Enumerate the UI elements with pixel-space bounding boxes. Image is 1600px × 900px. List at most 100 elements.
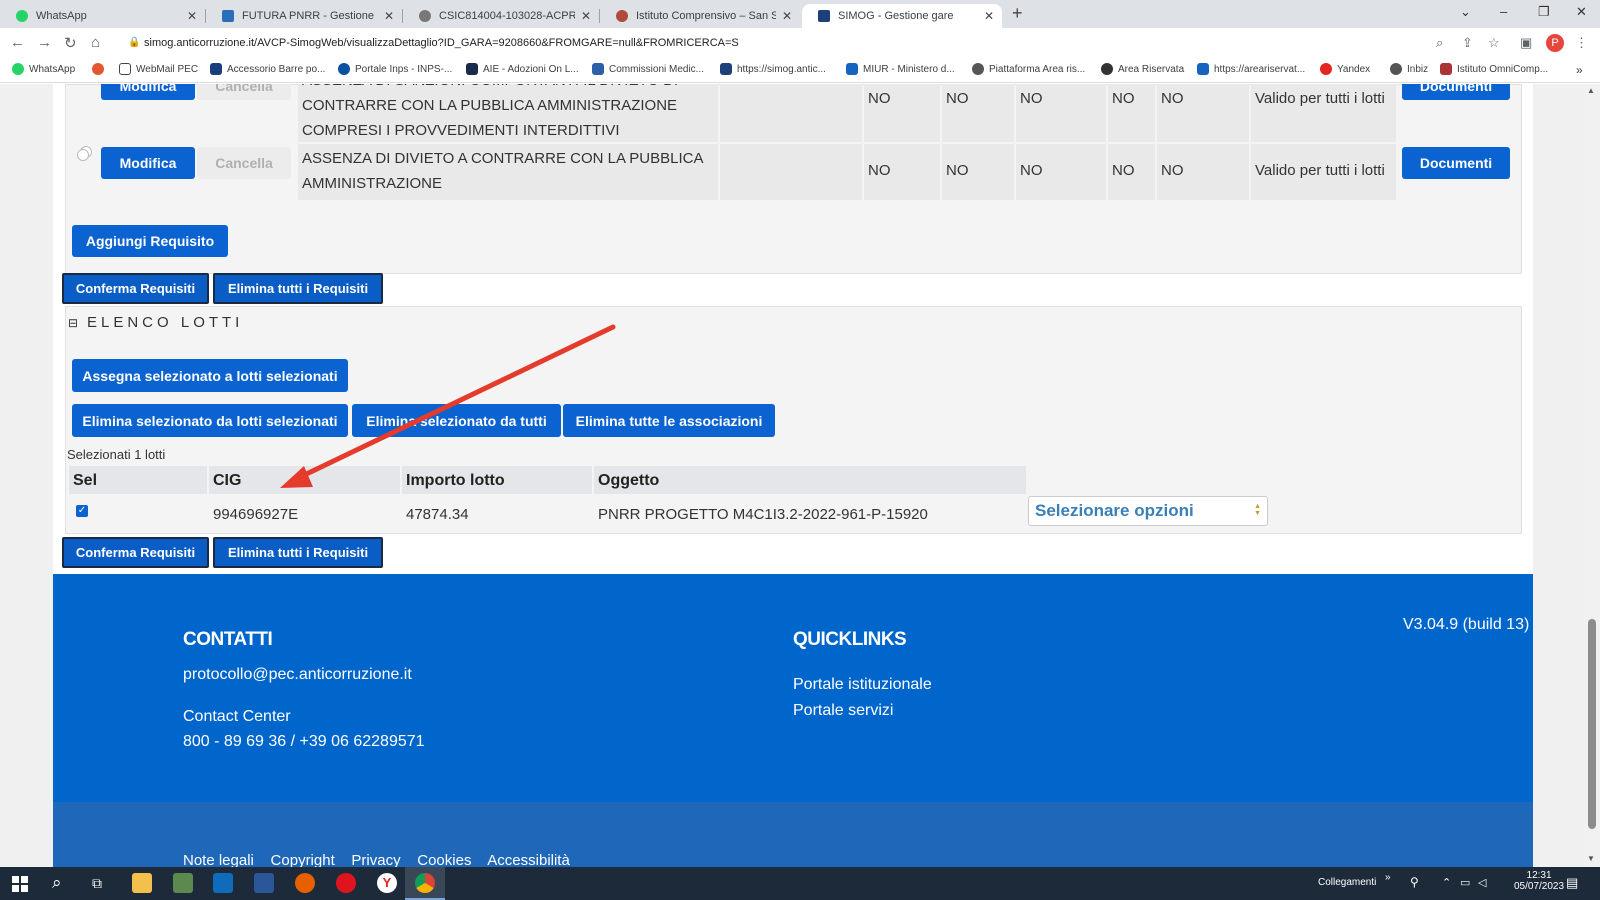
bookmark-item[interactable]: Accessorio Barre po... <box>210 63 325 75</box>
bookmark-item[interactable]: https://areariservat... <box>1197 63 1305 75</box>
school-icon <box>1440 63 1452 75</box>
page-viewport: Modifica Cancella ASSENZA DI SANZIONI CO… <box>0 84 1584 867</box>
opera-icon[interactable] <box>336 873 356 893</box>
scrollbar[interactable]: ▲ ▼ <box>1584 84 1600 867</box>
menu-icon[interactable]: ⋮ <box>1575 35 1588 51</box>
bookmark-item[interactable] <box>92 63 109 75</box>
footer-links[interactable]: Note legali Copyright Privacy Cookies Ac… <box>183 852 570 867</box>
share-icon[interactable]: ⇪ <box>1462 35 1473 51</box>
notifications-icon[interactable]: ▤ <box>1566 875 1578 891</box>
simog-logo-icon <box>818 10 830 22</box>
scroll-thumb[interactable] <box>1588 619 1596 829</box>
phone-number: 800 - 89 69 36 / +39 06 62289571 <box>183 733 425 750</box>
windows-taskbar: ⌕ ⧉ Y Collegamenti » ⚲ ⌃ ▭ ◁ 12:31 05/07… <box>0 867 1600 900</box>
bookmarks-bar: WhatsApp WebMail PEC Accessorio Barre po… <box>0 58 1600 83</box>
chrome-icon <box>415 873 435 893</box>
profile-avatar[interactable]: P <box>1546 34 1564 52</box>
bookmark-item[interactable]: Yandex <box>1320 63 1370 75</box>
close-icon[interactable]: ✕ <box>187 9 197 23</box>
globe-icon <box>419 10 431 22</box>
tab-csic[interactable]: CSIC814004-103028-ACPROT-M ✕ <box>403 4 599 28</box>
tray-up-icon[interactable]: ⌃ <box>1442 876 1451 889</box>
bookmark-item[interactable]: AIE - Adozioni On L... <box>466 63 579 75</box>
user-icon <box>1101 63 1113 75</box>
inps-icon <box>592 63 604 75</box>
chevron-icon[interactable]: » <box>1385 872 1391 883</box>
bookmark-item[interactable]: https://simog.antic... <box>720 63 826 75</box>
forward-icon[interactable]: → <box>37 34 52 51</box>
bookmark-item[interactable]: WhatsApp <box>12 63 75 75</box>
bookmark-item[interactable]: Piattaforma Area ris... <box>972 63 1085 75</box>
back-icon[interactable]: ← <box>10 34 25 51</box>
contact-center-label: Contact Center <box>183 708 291 725</box>
aie-icon <box>466 63 478 75</box>
outlook-icon[interactable] <box>213 873 233 893</box>
more-bookmarks-icon[interactable]: » <box>1576 63 1583 77</box>
email-link[interactable]: protocollo@pec.anticorruzione.it <box>183 666 412 684</box>
new-tab-icon[interactable]: + <box>1012 3 1023 24</box>
bookmark-item[interactable]: Area Riservata <box>1101 63 1184 75</box>
yandex-icon[interactable]: Y <box>377 873 397 893</box>
minimize-icon[interactable]: – <box>1500 4 1507 19</box>
reload-icon[interactable]: ↻ <box>64 34 77 52</box>
tab-futura[interactable]: FUTURA PNRR - Gestione Progett ✕ <box>206 4 402 28</box>
search-icon[interactable]: ⌕ <box>52 873 62 893</box>
chart-icon <box>222 10 234 22</box>
maximize-icon[interactable]: ❐ <box>1538 4 1550 20</box>
tab-simog[interactable]: SIMOG - Gestione gare ✕ <box>802 4 1002 28</box>
scroll-down-icon[interactable]: ▼ <box>1587 854 1595 863</box>
miur-icon <box>846 63 858 75</box>
tab-search-icon[interactable]: ⌄ <box>1460 4 1471 20</box>
globe-icon <box>1390 63 1402 75</box>
bookmark-item[interactable]: Portale Inps - INPS-... <box>338 63 452 75</box>
browser-tab-bar: WhatsApp ✕ FUTURA PNRR - Gestione Proget… <box>0 0 1600 28</box>
globe-icon <box>972 63 984 75</box>
close-icon[interactable]: ✕ <box>984 9 994 23</box>
firefox-icon[interactable] <box>295 873 315 893</box>
yandex-icon <box>1320 63 1332 75</box>
contacts-title: CONTATTI <box>183 629 273 650</box>
bookmark-item[interactable]: Inbiz <box>1390 63 1428 75</box>
task-view-icon[interactable]: ⧉ <box>92 875 102 892</box>
tab-istituto[interactable]: Istituto Comprensivo – San Sosti ✕ <box>600 4 800 28</box>
network-icon[interactable]: ▭ <box>1460 876 1470 889</box>
network-label[interactable]: Collegamenti <box>1318 877 1376 888</box>
file-explorer-icon[interactable] <box>132 873 152 893</box>
star-icon[interactable]: ☆ <box>1488 35 1500 51</box>
ag-icon <box>210 63 222 75</box>
zoom-icon[interactable]: ⌕ <box>1436 35 1443 51</box>
bookmark-item[interactable]: Istituto OmniComp... <box>1440 63 1548 75</box>
version-label: V3.04.9 (build 13) <box>1403 616 1530 633</box>
close-icon[interactable]: ✕ <box>581 9 591 23</box>
windows-start-icon[interactable] <box>12 876 28 892</box>
school-icon <box>616 10 628 22</box>
bookmark-icon <box>1197 63 1209 75</box>
bookmark-item[interactable]: WebMail PEC <box>119 63 198 75</box>
clock[interactable]: 12:31 05/07/2023 <box>1514 870 1564 892</box>
volume-icon[interactable]: ◁ <box>1478 876 1486 889</box>
close-window-icon[interactable]: ✕ <box>1576 4 1587 20</box>
link-portale-servizi[interactable]: Portale servizi <box>793 702 893 720</box>
bookmark-icon <box>92 63 104 75</box>
home-icon[interactable]: ⌂ <box>91 34 100 51</box>
link-portale-istituzionale[interactable]: Portale istituzionale <box>793 676 932 694</box>
quicklinks-title: QUICKLINKS <box>793 629 907 650</box>
simog-logo-icon <box>720 63 732 75</box>
bookmark-item[interactable]: Commissioni Medic... <box>592 63 704 75</box>
whatsapp-icon <box>12 63 24 75</box>
lock-icon: 🔒 <box>128 37 141 48</box>
url-input[interactable]: 🔒 simog.anticorruzione.it/AVCP-SimogWeb/… <box>118 31 1268 55</box>
calculator-icon[interactable] <box>173 873 193 893</box>
tab-whatsapp[interactable]: WhatsApp ✕ <box>0 4 205 28</box>
people-icon[interactable]: ⚲ <box>1410 875 1419 889</box>
footer-bottom: Note legali Copyright Privacy Cookies Ac… <box>53 802 1533 867</box>
chrome-taskbar-button[interactable] <box>405 867 445 900</box>
close-icon[interactable]: ✕ <box>782 9 792 23</box>
bookmark-item[interactable]: MIUR - Ministero d... <box>846 63 955 75</box>
inps-icon <box>338 63 350 75</box>
sidepanel-icon[interactable]: ▣ <box>1520 35 1532 51</box>
word-icon[interactable] <box>254 873 274 893</box>
scroll-up-icon[interactable]: ▲ <box>1587 86 1595 95</box>
mail-icon <box>119 63 131 75</box>
close-icon[interactable]: ✕ <box>384 9 394 23</box>
